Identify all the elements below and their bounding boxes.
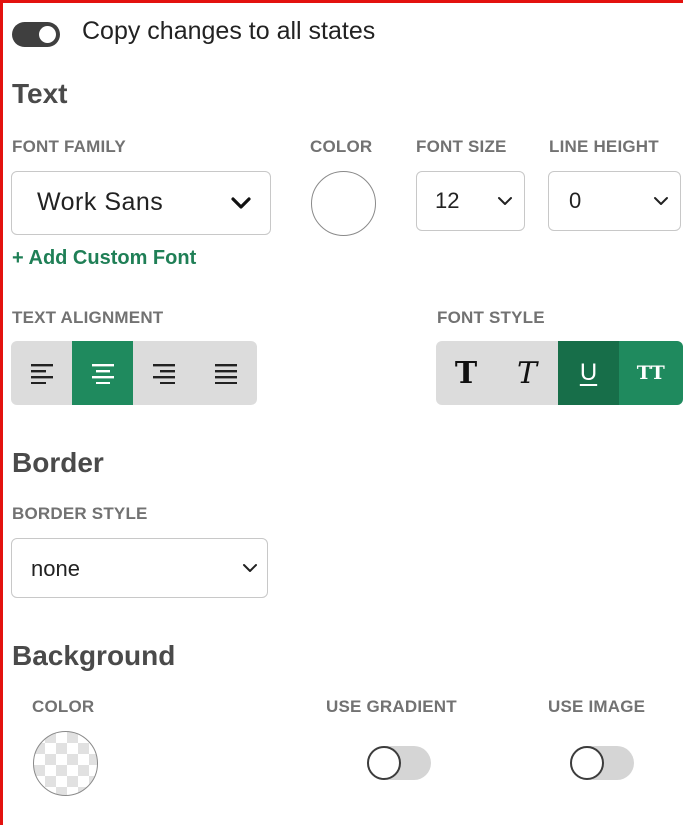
font-style-group: T T U TT [436, 341, 683, 405]
border-style-value: none [31, 556, 80, 581]
border-section-title: Border [12, 447, 104, 478]
underline-icon: U [579, 359, 598, 386]
text-alignment-group [11, 341, 257, 405]
frame-left-border [0, 0, 3, 825]
align-center-icon [91, 364, 114, 384]
bold-button[interactable]: T [436, 341, 496, 405]
color-label: COLOR [310, 137, 373, 156]
align-justify-button[interactable] [195, 341, 257, 405]
italic-button[interactable]: T [496, 341, 558, 405]
frame-top-border [0, 0, 683, 3]
font-size-label: FONT SIZE [416, 137, 507, 156]
uppercase-button[interactable]: TT [619, 341, 683, 405]
background-color-swatch[interactable] [33, 731, 98, 796]
chevron-down-icon [231, 197, 251, 209]
bold-icon: T [454, 355, 478, 391]
font-family-value: Work Sans [37, 188, 164, 216]
use-image-toggle[interactable] [570, 746, 634, 780]
align-left-button[interactable] [11, 341, 72, 405]
chevron-down-icon [243, 564, 257, 572]
align-justify-icon [215, 364, 237, 384]
toggle-knob [570, 746, 604, 780]
font-style-label: FONT STYLE [437, 308, 545, 327]
copy-changes-toggle[interactable] [12, 22, 60, 47]
line-height-label: LINE HEIGHT [549, 137, 659, 156]
align-right-icon [153, 364, 175, 384]
border-style-select[interactable]: none [11, 538, 268, 598]
use-image-label: USE IMAGE [548, 697, 646, 716]
line-height-value: 0 [569, 188, 582, 213]
toggle-knob [367, 746, 401, 780]
use-gradient-label: USE GRADIENT [326, 697, 457, 716]
uppercase-icon: TT [636, 362, 666, 384]
background-color-label: COLOR [32, 697, 95, 716]
font-family-label: FONT FAMILY [12, 137, 126, 156]
add-custom-font-link[interactable]: + Add Custom Font [12, 247, 196, 270]
align-right-button[interactable] [133, 341, 195, 405]
align-left-icon [30, 364, 53, 384]
background-section-title: Background [12, 640, 176, 671]
font-family-select[interactable]: Work Sans [11, 171, 271, 235]
use-gradient-toggle[interactable] [367, 746, 431, 780]
chevron-down-icon [654, 197, 668, 205]
font-size-select[interactable]: 12 [416, 171, 525, 231]
font-size-value: 12 [435, 188, 460, 213]
toggle-knob [39, 26, 56, 43]
align-center-button[interactable] [72, 341, 133, 405]
text-color-swatch[interactable] [311, 171, 376, 236]
border-style-label: BORDER STYLE [12, 504, 148, 523]
italic-icon: T [516, 355, 537, 391]
line-height-select[interactable]: 0 [548, 171, 681, 231]
text-alignment-label: TEXT ALIGNMENT [12, 308, 164, 327]
copy-changes-label: Copy changes to all states [82, 17, 376, 45]
underline-button[interactable]: U [558, 341, 619, 405]
text-section-title: Text [12, 78, 68, 109]
chevron-down-icon [498, 197, 512, 205]
